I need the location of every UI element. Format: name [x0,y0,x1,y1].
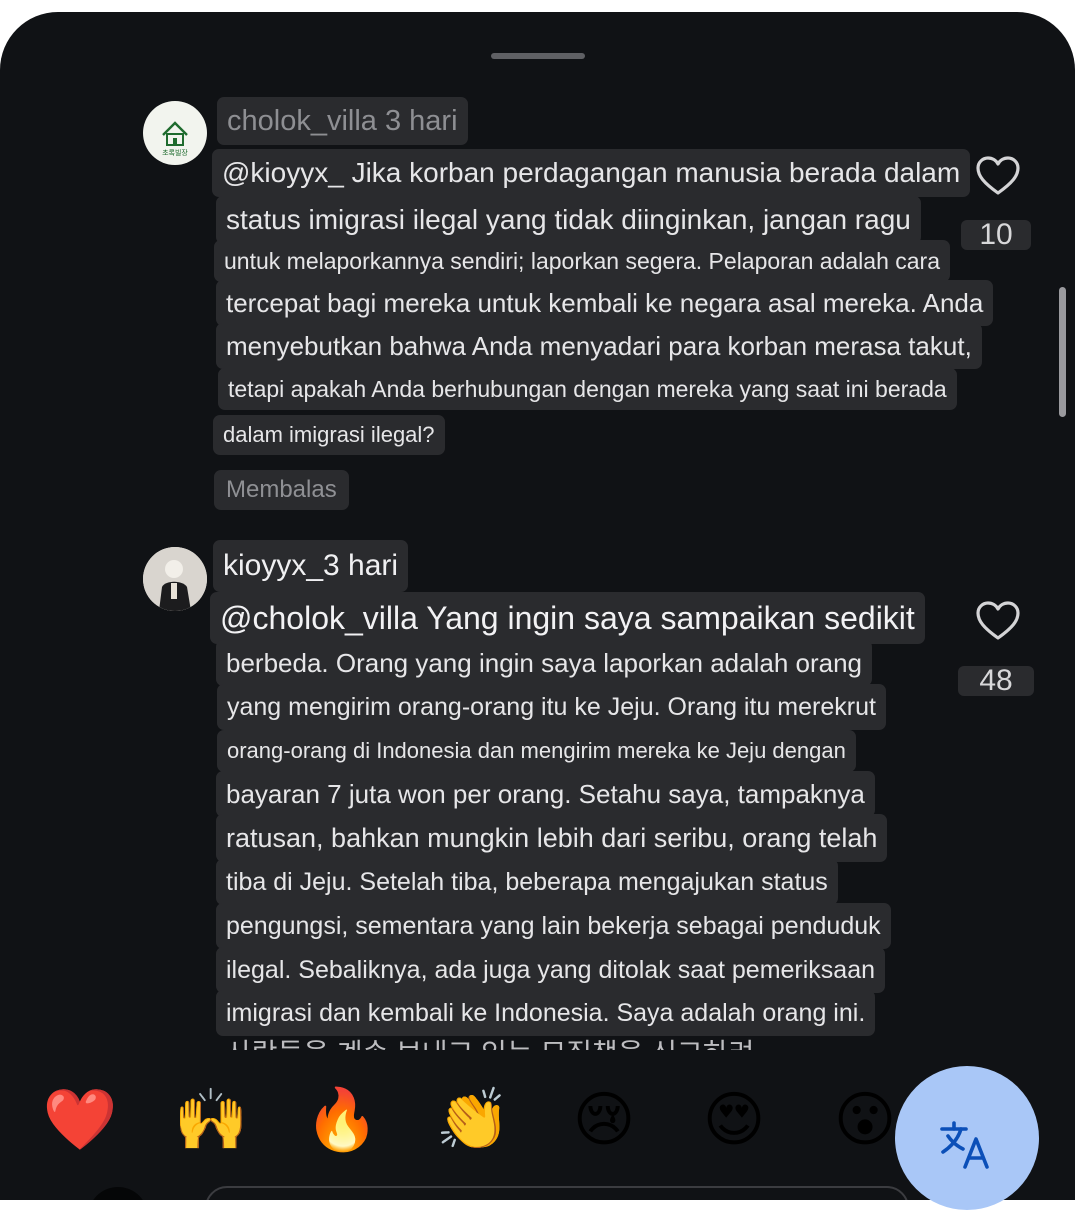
surprised-face-reaction-button[interactable]: 😮 [825,1085,905,1155]
comment-text-line: menyebutkan bahwa Anda menyadari para ko… [216,323,982,369]
comment-text-line: tiba di Jeju. Setelah tiba, beberapa men… [216,859,838,905]
like-count: 10 [961,220,1031,250]
translate-icon [940,1121,989,1169]
comment-text-line: yang mengirim orang-orang itu ke Jeju. O… [217,684,886,730]
heart-outline-icon [976,156,1020,195]
raised-hands-reaction-button[interactable]: 🙌 [171,1085,251,1155]
avatar[interactable] [143,547,207,611]
user-photo-icon [143,547,207,611]
comment-text-line: @cholok_villa Yang ingin saya sampaikan … [210,592,925,644]
comment-text-line: tetapi apakah Anda berhubungan dengan me… [218,368,957,410]
comment-input[interactable] [205,1186,909,1200]
comment-meta: kioyyx_3 hari [213,540,409,592]
heart-eyes-face-reaction-button[interactable]: 😍 [694,1085,774,1155]
drag-handle[interactable] [491,53,585,59]
avatar-logo-text: 초록빌장 [162,148,188,157]
comment-text-line: ilegal. Sebaliknya, ada juga yang ditola… [216,947,886,993]
fire-reaction-button[interactable]: 🔥 [302,1085,382,1155]
scrollbar[interactable] [1059,287,1066,417]
farm-logo-icon: 초록빌장 [162,121,188,157]
comment-text-line: ratusan, bahkan mungkin lebih dari serib… [216,814,888,862]
comments-sheet: 초록빌장 cholok_villa 3 hari @kioyyx_ Jika k… [0,12,1075,1200]
comment-text-line: bayaran 7 juta won per orang. Setahu say… [216,771,875,817]
like-count: 48 [958,666,1034,696]
comment-meta: cholok_villa 3 hari [217,97,468,145]
comment-text-line: dalam imigrasi ilegal? [213,415,445,455]
comment-text-line: @kioyyx_ Jika korban perdagangan manusia… [212,149,971,197]
comment-text-line: orang-orang di Indonesia dan mengirim me… [217,730,856,772]
comment-text-line: pengungsi, sementara yang lain bekerja s… [216,903,891,949]
like-button[interactable] [975,155,1021,197]
clapping-hands-reaction-button[interactable]: 👏 [433,1085,513,1155]
avatar[interactable]: 초록빌장 [143,101,207,165]
heart-outline-icon [976,601,1020,640]
like-button[interactable] [975,600,1021,642]
comment-text-line-partial: 사람들을 계속 보내고 있는 모집책을 신고하려 [226,1034,754,1050]
crying-face-reaction-button[interactable]: 😢 [564,1085,644,1155]
comment-text-line: status imigrasi ilegal yang tidak diingi… [216,196,921,244]
reply-button[interactable]: Membalas [214,470,349,510]
comment-text-line: tercepat bagi mereka untuk kembali ke ne… [216,280,994,326]
comment-text-line: untuk melaporkannya sendiri; laporkan se… [214,240,951,282]
translate-button[interactable] [895,1066,1039,1210]
comment-text-line: berbeda. Orang yang ingin saya laporkan … [216,640,873,686]
heart-reaction-button[interactable]: ❤️ [40,1085,120,1155]
comment-text-line: imigrasi dan kembali ke Indonesia. Saya … [216,990,876,1036]
